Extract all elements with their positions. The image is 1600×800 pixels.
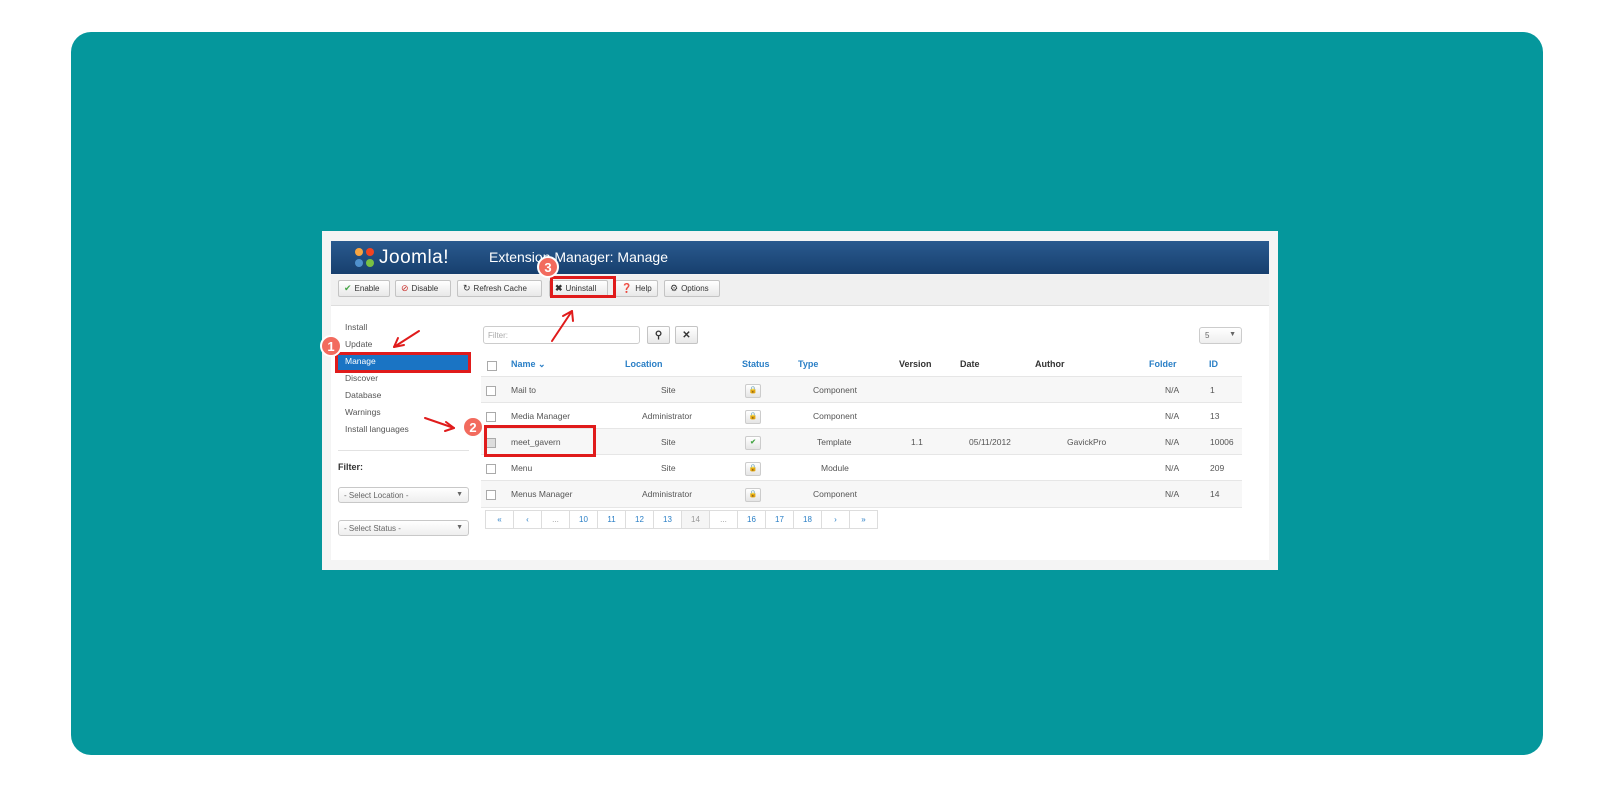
arrow-to-row — [424, 417, 455, 429]
arrow-to-uninstall — [551, 310, 573, 342]
joomla-screenshot: Joomla! Extension Manager: Manage ✔ Enab… — [320, 231, 1278, 570]
annotation-arrows — [393, 310, 574, 432]
